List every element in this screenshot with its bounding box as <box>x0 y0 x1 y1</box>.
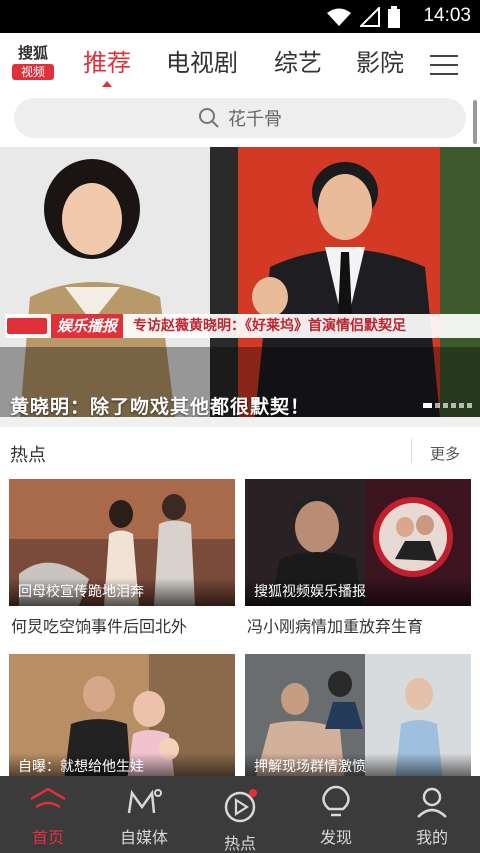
tab-label: 首页 <box>31 828 64 847</box>
search-placeholder: 花千骨 <box>228 109 282 130</box>
logo-text-bottom: 视频 <box>12 64 54 80</box>
pager-dot <box>443 403 448 408</box>
pager-dot <box>423 403 432 408</box>
thumbnail-caption: 搜狐视频娱乐播报 <box>254 584 366 600</box>
tab-home[interactable]: 首页 <box>0 776 96 853</box>
top-nav: 搜狐 视频 推荐 电视剧 综艺 影院 <box>0 33 480 90</box>
video-title: 冯小刚病情加重放弃生育 <box>247 617 424 636</box>
more-button[interactable]: 更多 <box>430 443 460 464</box>
video-thumbnail: 自曝：就想给他生娃 <box>9 654 235 781</box>
tab-tv-series[interactable]: 电视剧 <box>166 49 238 77</box>
status-icons <box>326 6 400 28</box>
home-icon <box>30 787 66 809</box>
tab-label: 我的 <box>415 828 448 847</box>
sohu-badge <box>7 318 47 334</box>
video-thumbnail: 押解现场群情激愤 <box>245 654 471 781</box>
play-circle-icon <box>224 789 257 823</box>
wifi-icon <box>327 8 351 26</box>
tab-mine[interactable]: 我的 <box>384 776 480 853</box>
bulb-icon <box>322 785 350 817</box>
sohu-video-logo[interactable]: 搜狐 视频 <box>12 44 54 82</box>
search-icon <box>199 108 219 128</box>
divider <box>411 439 412 463</box>
thumbnail-caption: 回母校宣传跪地泪奔 <box>18 584 144 600</box>
thumbnail-caption: 押解现场群情激愤 <box>254 759 366 775</box>
tab-label: 影院 <box>356 49 404 77</box>
video-thumbnail: 搜狐视频娱乐播报 <box>245 479 471 606</box>
thumbnail-caption: 自曝：就想给他生娃 <box>18 759 144 775</box>
hot-section-header: 热点 更多 <box>0 427 480 477</box>
promo-text: 专访赵薇黄晓明：《好莱坞》首演情侣默契足 <box>133 318 406 334</box>
tab-label: 电视剧 <box>166 49 238 77</box>
search-input[interactable]: 花千骨 <box>14 98 466 138</box>
logo-text-top: 搜狐 <box>17 44 48 62</box>
battery-icon <box>388 6 400 28</box>
video-card[interactable]: 搜狐视频娱乐播报 冯小刚病情加重放弃生育 <box>245 479 471 637</box>
search-bar-container: 花千骨 <box>0 90 480 147</box>
bottom-tab-bar: 首页 自媒体 热点 发现 我的 <box>0 776 480 853</box>
menu-icon[interactable] <box>430 55 458 75</box>
promo-brand: 娱乐播报 <box>51 314 124 338</box>
banner-pager <box>423 403 472 408</box>
we-media-icon <box>127 789 162 814</box>
banner-image <box>0 147 480 417</box>
tab-we-media[interactable]: 自媒体 <box>96 776 192 853</box>
tab-label: 自媒体 <box>119 828 168 847</box>
video-thumbnail: 回母校宣传跪地泪奔 <box>9 479 235 606</box>
pager-dot <box>435 403 440 408</box>
notification-badge <box>249 789 257 797</box>
banner-title: 黄晓明：除了吻戏其他都很默契！ <box>10 396 311 417</box>
pager-dot <box>467 403 472 408</box>
tab-discover[interactable]: 发现 <box>288 776 384 853</box>
video-card[interactable]: 自曝：就想给他生娃 <box>9 654 235 781</box>
banner-promo-strip: 娱乐播报 专访赵薇黄晓明：《好莱坞》首演情侣默契足 <box>5 314 480 338</box>
tab-cinema[interactable]: 影院 <box>356 49 404 77</box>
status-bar: 14:03 <box>0 0 480 33</box>
status-time: 14:03 <box>423 5 471 26</box>
tab-variety[interactable]: 综艺 <box>274 49 322 77</box>
tab-label: 热点 <box>223 834 256 853</box>
video-title: 何炅吃空饷事件后回北外 <box>11 617 188 636</box>
tab-label: 发现 <box>319 828 352 847</box>
video-card[interactable]: 回母校宣传跪地泪奔 何炅吃空饷事件后回北外 <box>9 479 235 637</box>
scroll-indicator <box>473 100 477 144</box>
pager-dot <box>451 403 456 408</box>
section-title: 热点 <box>10 445 46 466</box>
pager-dot <box>459 403 464 408</box>
active-tab-caret-icon <box>102 81 112 87</box>
signal-icon <box>360 7 380 27</box>
tab-label: 综艺 <box>274 49 322 77</box>
section-divider <box>0 417 480 427</box>
tab-recommend[interactable]: 推荐 <box>83 49 131 87</box>
user-icon <box>417 787 447 818</box>
featured-banner[interactable]: 娱乐播报 专访赵薇黄晓明：《好莱坞》首演情侣默契足 黄晓明：除了吻戏其他都很默契… <box>0 147 480 417</box>
video-card[interactable]: 押解现场群情激愤 <box>245 654 471 781</box>
tab-label: 推荐 <box>83 49 131 77</box>
tab-hot[interactable]: 热点 <box>192 776 288 853</box>
